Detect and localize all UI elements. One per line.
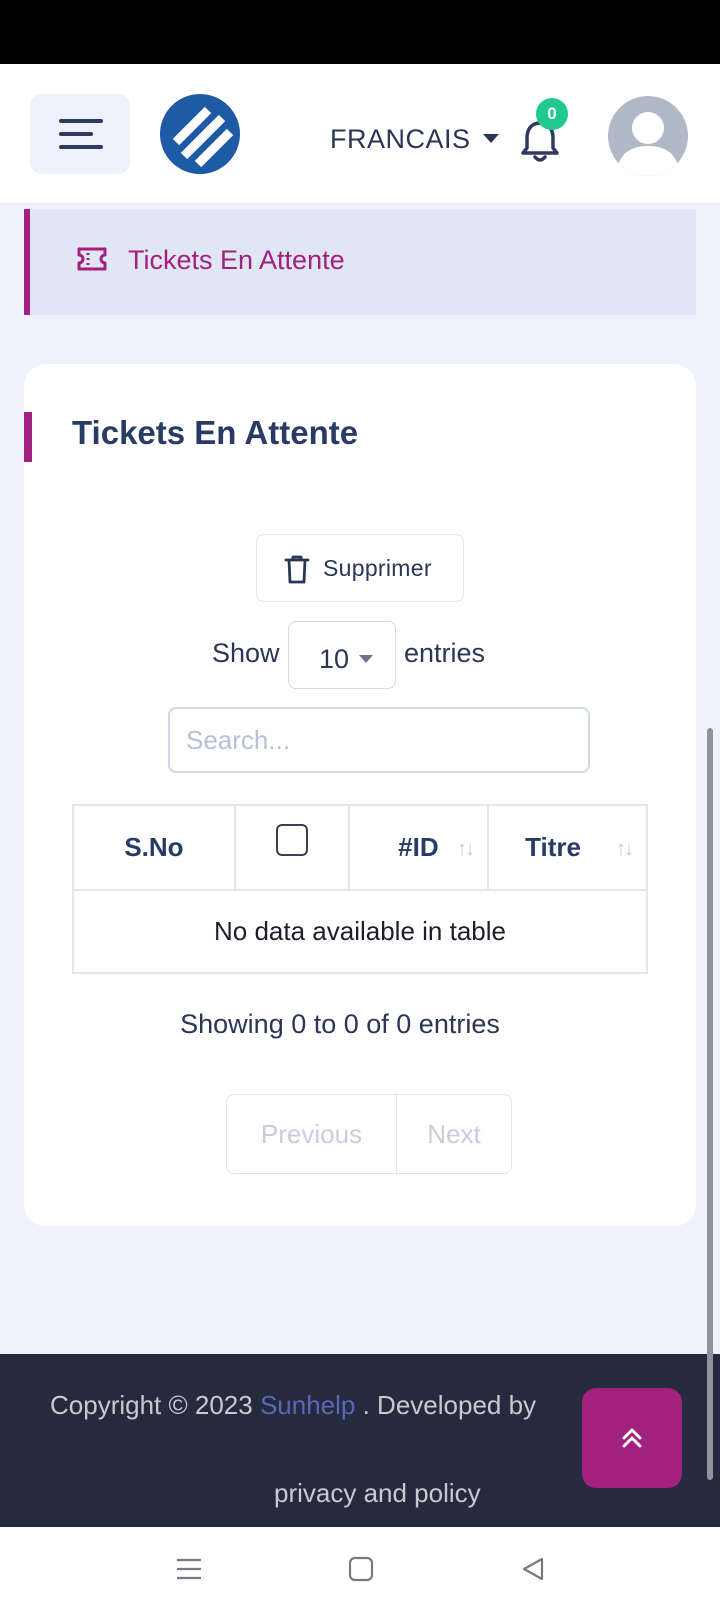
top-header: FRANCAIS 0: [0, 64, 720, 204]
copyright-text: Copyright © 2023 Sunhelp . Developed by: [50, 1390, 536, 1421]
breadcrumb: Tickets En Attente: [24, 209, 696, 315]
tickets-card: Tickets En Attente Supprimer Show 10 ent…: [24, 364, 696, 1226]
table-header-row: S.No #ID ↑↓ Titre ↑↓: [72, 804, 648, 891]
column-header-sno-label: S.No: [124, 832, 184, 862]
column-header-sno[interactable]: S.No: [72, 804, 236, 891]
ticket-icon: [76, 246, 108, 272]
caret-down-icon: [359, 655, 373, 663]
notification-badge: 0: [536, 98, 568, 130]
show-label: Show: [212, 638, 280, 668]
search-input[interactable]: [168, 707, 590, 773]
table-row: No data available in table: [72, 889, 648, 974]
next-page-button[interactable]: Next: [397, 1095, 511, 1173]
tickets-table: S.No #ID ↑↓ Titre ↑↓ No data available i…: [72, 804, 648, 974]
entries-per-page-select[interactable]: 10: [288, 621, 396, 689]
scroll-to-top-button[interactable]: [582, 1388, 682, 1488]
language-dropdown[interactable]: FRANCAIS: [330, 124, 499, 155]
privacy-policy-link[interactable]: privacy and policy: [274, 1478, 481, 1509]
column-header-titre[interactable]: Titre ↑↓: [487, 804, 648, 891]
menu-toggle-button[interactable]: [30, 94, 130, 174]
chevrons-up-icon: [622, 1428, 642, 1448]
hamburger-icon-line: [59, 132, 93, 136]
title-accent-bar: [24, 412, 32, 462]
back-icon[interactable]: [520, 1556, 546, 1582]
copyright-label: Copyright © 2023: [50, 1390, 253, 1420]
column-header-select-all: [233, 804, 350, 891]
column-header-id[interactable]: #ID ↑↓: [347, 804, 490, 891]
column-header-id-label: #ID: [398, 832, 439, 862]
breadcrumb-current-page[interactable]: Tickets En Attente: [128, 245, 345, 276]
developed-by-label: . Developed by: [362, 1390, 537, 1420]
hamburger-icon-line: [59, 119, 103, 123]
caret-down-icon: [482, 134, 499, 144]
hamburger-icon-line: [59, 145, 103, 149]
previous-page-button[interactable]: Previous: [227, 1095, 397, 1173]
page-scrollbar[interactable]: [707, 728, 713, 1480]
card-title: Tickets En Attente: [72, 414, 359, 451]
empty-table-message: No data available in table: [72, 889, 648, 974]
language-label: FRANCAIS: [330, 124, 471, 154]
entries-per-page-value: 10: [319, 644, 350, 674]
brand-link[interactable]: Sunhelp: [260, 1390, 355, 1420]
status-bar: [0, 0, 720, 64]
system-navigation-bar: [0, 1527, 720, 1612]
pagination: Previous Next: [226, 1094, 512, 1174]
select-all-checkbox[interactable]: [275, 824, 308, 856]
delete-button[interactable]: Supprimer: [256, 534, 464, 602]
home-icon[interactable]: [348, 1556, 374, 1582]
table-info: Showing 0 to 0 of 0 entries: [180, 1009, 500, 1039]
sunhelp-logo-icon[interactable]: [160, 94, 240, 174]
column-header-titre-label: Titre: [525, 832, 581, 862]
sort-icon: ↑↓: [616, 838, 634, 860]
sort-icon: ↑↓: [457, 838, 475, 860]
delete-button-label: Supprimer: [323, 555, 432, 581]
recent-apps-icon[interactable]: [176, 1557, 202, 1581]
user-avatar[interactable]: [608, 96, 688, 176]
trash-icon: [284, 554, 310, 584]
entries-label: entries: [404, 638, 486, 668]
